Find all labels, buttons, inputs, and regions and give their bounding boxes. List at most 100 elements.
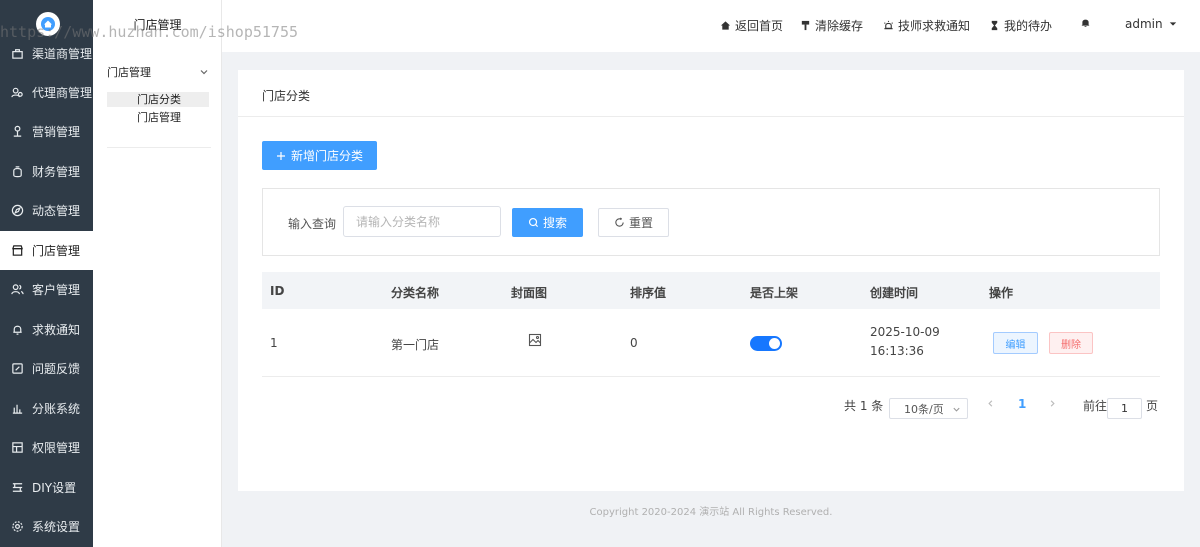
search-panel: 输入查询 搜索 重置 xyxy=(262,188,1160,256)
column-header-actions: 操作 xyxy=(989,286,1014,300)
category-name-search-input[interactable] xyxy=(343,206,501,237)
back-home-label: 返回首页 xyxy=(735,19,784,33)
cell-category-name: 第一门店 xyxy=(391,338,440,352)
sidebar-item-settings[interactable]: 系统设置 xyxy=(0,507,93,546)
goto-page-input[interactable]: 1 xyxy=(1107,398,1142,419)
page-title: 门店分类 xyxy=(262,89,311,103)
marketing-icon xyxy=(10,125,24,139)
next-page-icon[interactable] xyxy=(1048,397,1057,411)
sidebar-item-finance[interactable]: 财务管理 xyxy=(0,152,93,191)
chevron-down-icon xyxy=(200,70,208,75)
cover-image-icon[interactable] xyxy=(528,333,542,350)
main-sidebar: 渠道商管理 代理商管理 营销管理 财务管理 动态管理 门店管理 客户管理 求救通… xyxy=(0,0,93,547)
sidebar-item-permission[interactable]: 权限管理 xyxy=(0,428,93,467)
home-icon xyxy=(720,21,731,30)
on-shelf-toggle[interactable] xyxy=(750,336,782,351)
agent-icon xyxy=(10,86,24,100)
caret-down-icon xyxy=(1169,22,1176,26)
column-header-id: ID xyxy=(270,284,285,298)
column-header-cover: 封面图 xyxy=(511,286,548,300)
reset-button-label: 重置 xyxy=(628,216,653,230)
sub-menu-item-store-category[interactable]: 门店分类 xyxy=(107,92,209,107)
finance-icon xyxy=(10,165,24,179)
sidebar-item-label: 客户管理 xyxy=(32,283,81,297)
sub-menu-item-store-manage[interactable]: 门店管理 xyxy=(107,110,209,125)
cell-sort-value: 0 xyxy=(630,336,638,350)
sidebar-item-label: 权限管理 xyxy=(32,441,81,455)
top-header: 返回首页 清除缓存 技师求救通知 我的待办 admin xyxy=(222,0,1200,52)
channel-icon xyxy=(10,47,24,61)
customers-icon xyxy=(10,283,24,297)
sidebar-item-label: 分账系统 xyxy=(32,402,81,416)
sidebar-item-label: DIY设置 xyxy=(32,481,77,495)
pagination-total: 共 1 条 xyxy=(844,399,884,413)
clear-cache-link[interactable]: 清除缓存 xyxy=(800,17,863,34)
card-divider xyxy=(238,116,1184,117)
sidebar-item-label: 系统设置 xyxy=(32,520,81,534)
chart-icon xyxy=(10,402,24,416)
table-row: 1 第一门店 0 2025-10-09 16:13:36 编辑 删除 xyxy=(262,309,1160,377)
user-name: admin xyxy=(1125,17,1163,31)
add-store-category-button[interactable]: 新增门店分类 xyxy=(262,141,377,170)
add-button-label: 新增门店分类 xyxy=(290,149,363,163)
sidebar-item-label: 代理商管理 xyxy=(32,86,93,100)
sidebar-item-customers[interactable]: 客户管理 xyxy=(0,270,93,309)
hourglass-icon xyxy=(991,20,998,31)
sidebar-item-label: 门店管理 xyxy=(32,244,81,258)
column-header-created: 创建时间 xyxy=(870,286,919,300)
sidebar-item-rescue[interactable]: 求救通知 xyxy=(0,310,93,349)
search-button[interactable]: 搜索 xyxy=(512,208,583,237)
sub-menu-group-label: 门店管理 xyxy=(107,66,151,79)
sidebar-item-label: 营销管理 xyxy=(32,125,81,139)
sub-menu-group-store[interactable]: 门店管理 xyxy=(107,64,209,80)
my-todo-link[interactable]: 我的待办 xyxy=(989,17,1052,34)
brush-icon xyxy=(801,20,810,31)
permission-icon xyxy=(10,441,24,455)
chevron-down-icon xyxy=(953,407,960,412)
cell-id: 1 xyxy=(270,336,278,350)
plus-icon xyxy=(276,151,285,160)
sidebar-item-label: 问题反馈 xyxy=(32,362,81,376)
gear-icon xyxy=(10,520,24,534)
rescue-notice-link[interactable]: 技师求救通知 xyxy=(883,17,970,34)
reset-button[interactable]: 重置 xyxy=(598,208,669,237)
refresh-icon xyxy=(615,217,624,227)
sidebar-item-dynamic[interactable]: 动态管理 xyxy=(0,191,93,230)
prev-page-icon[interactable] xyxy=(986,397,995,411)
sidebar-item-diy[interactable]: DIY设置 xyxy=(0,468,93,507)
rescue-notice-label: 技师求救通知 xyxy=(898,19,971,33)
footer-copyright: Copyright 2020-2024 演示站 All Rights Reser… xyxy=(589,507,833,518)
user-menu[interactable]: admin xyxy=(1125,17,1177,31)
sidebar-item-agent[interactable]: 代理商管理 xyxy=(0,73,93,112)
column-header-sort: 排序值 xyxy=(630,286,667,300)
search-label: 输入查询 xyxy=(288,217,337,231)
sidebar-item-label: 渠道商管理 xyxy=(32,47,93,61)
sidebar-item-store[interactable]: 门店管理 xyxy=(0,231,93,270)
sidebar-item-split[interactable]: 分账系统 xyxy=(0,389,93,428)
edit-button[interactable]: 编辑 xyxy=(993,332,1038,354)
delete-button[interactable]: 删除 xyxy=(1049,332,1093,354)
back-home-link[interactable]: 返回首页 xyxy=(720,17,783,34)
feedback-icon xyxy=(10,362,24,376)
notification-bell[interactable] xyxy=(1080,17,1095,28)
store-icon xyxy=(10,244,24,258)
page-size-select[interactable]: 10条/页 xyxy=(889,398,968,419)
sidebar-item-marketing[interactable]: 营销管理 xyxy=(0,112,93,151)
sidebar-item-label: 财务管理 xyxy=(32,165,81,179)
diy-icon xyxy=(10,481,24,495)
cell-created-date: 2025-10-09 xyxy=(870,325,940,339)
page-size-value: 10条/页 xyxy=(904,402,944,416)
sub-sidebar-divider xyxy=(107,147,211,148)
goto-label: 前往 xyxy=(1083,399,1108,413)
current-page-number[interactable]: 1 xyxy=(1018,397,1026,411)
my-todo-label: 我的待办 xyxy=(1004,19,1053,33)
search-button-label: 搜索 xyxy=(542,216,567,230)
alarm-icon xyxy=(884,20,893,30)
bell-icon xyxy=(1081,19,1090,27)
page-suffix: 页 xyxy=(1146,399,1159,413)
sub-sidebar: 门店管理 门店管理 门店分类 门店管理 xyxy=(93,0,222,547)
watermark-text: https://www.huzhan.com/ishop51755 xyxy=(0,23,299,41)
column-header-name: 分类名称 xyxy=(391,286,440,300)
sidebar-item-feedback[interactable]: 问题反馈 xyxy=(0,349,93,388)
bell-icon xyxy=(10,323,24,337)
